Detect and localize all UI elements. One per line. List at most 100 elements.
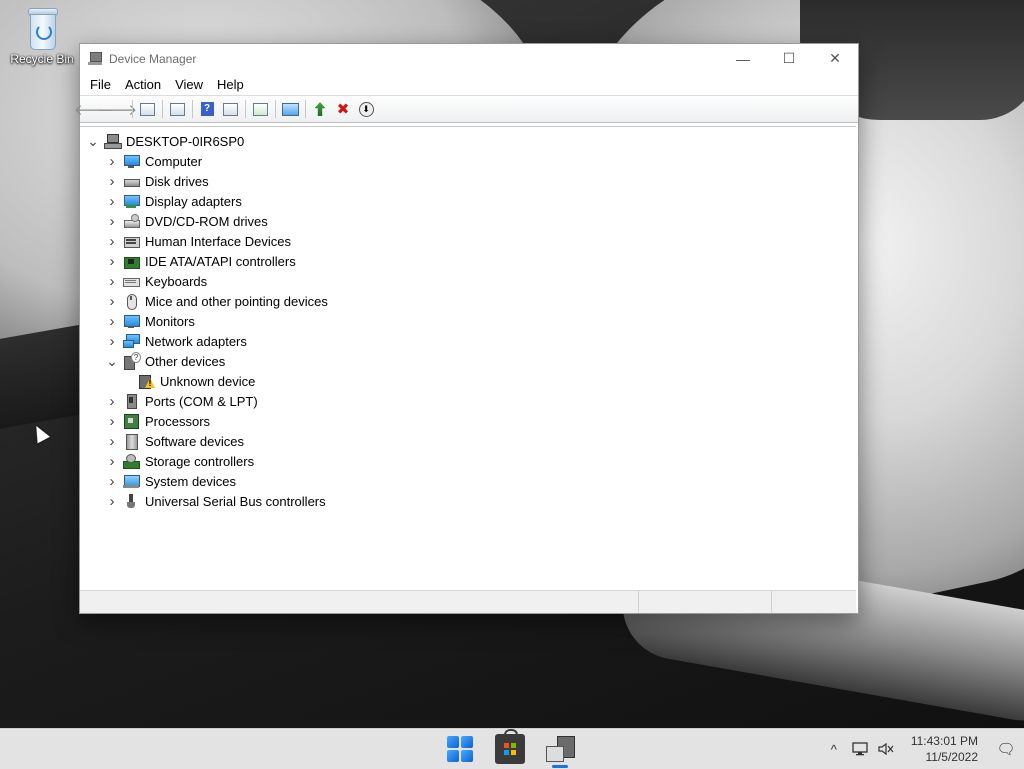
desktop-icon-recycle-bin[interactable]: Recycle Bin <box>6 6 78 66</box>
network-icon[interactable] <box>850 739 870 759</box>
chevron-down-icon[interactable]: ⌄ <box>86 133 100 149</box>
maximize-button[interactable]: ☐ <box>766 44 812 73</box>
tree-category[interactable]: › Disk drives <box>105 171 209 191</box>
scan-hardware-changes-button[interactable] <box>279 98 301 120</box>
menu-action[interactable]: Action <box>118 77 168 92</box>
tree-root[interactable]: ⌄ DESKTOP-0IR6SP0 <box>86 131 244 151</box>
status-bar <box>80 590 856 613</box>
chevron-right-icon[interactable]: › <box>105 153 119 170</box>
tree-node-label: Ports (COM & LPT) <box>145 393 258 409</box>
chevron-right-icon[interactable]: › <box>105 433 119 450</box>
show-action-pane-icon <box>222 102 238 116</box>
volume-muted-icon[interactable] <box>876 739 896 759</box>
tree-node-label: DESKTOP-0IR6SP0 <box>126 133 245 149</box>
chevron-right-icon[interactable]: › <box>105 193 119 210</box>
device-manager-taskbar-button[interactable] <box>540 729 580 769</box>
tree-category[interactable]: › Monitors <box>105 311 195 331</box>
tree-node-label: Network adapters <box>145 333 247 349</box>
chevron-right-icon[interactable]: › <box>105 313 119 330</box>
tree-category[interactable]: › Software devices <box>105 431 244 451</box>
tree-category[interactable]: › Processors <box>105 411 211 431</box>
dvd-icon <box>123 213 140 229</box>
storage-icon <box>123 453 140 469</box>
tree-category[interactable]: › Display adapters <box>105 191 242 211</box>
close-button[interactable]: ✕ <box>812 44 858 73</box>
device-manager-icon <box>88 51 102 66</box>
tree-device[interactable]: Unknown device <box>138 371 255 391</box>
tree-category[interactable]: › DVD/CD-ROM drives <box>105 211 268 231</box>
tree-category[interactable]: › Keyboards <box>105 271 208 291</box>
chevron-right-icon[interactable]: › <box>105 473 119 490</box>
tree-category[interactable]: › Mice and other pointing devices <box>105 291 328 311</box>
chevron-right-icon[interactable]: › <box>105 493 119 510</box>
scan-hardware-changes-icon <box>281 102 299 116</box>
chevron-right-icon[interactable]: › <box>105 233 119 250</box>
tree-category[interactable]: › Storage controllers <box>105 451 255 471</box>
minimize-button[interactable]: — <box>720 44 766 73</box>
computer-icon <box>123 153 140 169</box>
help-icon: ? <box>200 102 214 116</box>
uninstall-device-button[interactable]: ✖ <box>332 98 354 120</box>
show-hide-console-tree-icon <box>139 102 155 116</box>
ide-icon <box>123 253 140 269</box>
desktop-icon-label: Recycle Bin <box>10 52 74 66</box>
chevron-right-icon[interactable]: › <box>105 413 119 430</box>
show-action-pane-button[interactable] <box>219 98 241 120</box>
enable-device-button[interactable] <box>309 98 331 120</box>
status-pane <box>80 591 639 613</box>
tree-category[interactable]: › System devices <box>105 471 237 491</box>
clock-date: 11/5/2022 <box>925 750 979 764</box>
chevron-down-icon[interactable]: ⌄ <box>105 353 119 369</box>
tree-node-label: Computer <box>145 153 203 169</box>
chevron-right-icon[interactable]: › <box>105 273 119 290</box>
usb-icon <box>123 493 139 509</box>
tree-node-label: Disk drives <box>145 173 209 189</box>
chevron-right-icon[interactable]: › <box>105 393 119 410</box>
show-hidden-icons-chevron-icon[interactable]: ^ <box>824 739 844 759</box>
microsoft-store-button[interactable] <box>490 729 530 769</box>
properties-button[interactable] <box>166 98 188 120</box>
chevron-right-icon[interactable]: › <box>105 173 119 190</box>
title-bar[interactable]: Device Manager — ☐ ✕ <box>80 44 858 73</box>
chevron-right-icon[interactable]: › <box>105 333 119 350</box>
tree-node-label: Storage controllers <box>145 453 255 469</box>
start-button[interactable] <box>440 729 480 769</box>
network-icon <box>123 333 140 349</box>
tree-category[interactable]: › Universal Serial Bus controllers <box>105 491 326 511</box>
tree-node-label: Monitors <box>145 313 195 329</box>
toolbar: 🡐 🡒 ? ✖ ⬇ <box>74 95 858 123</box>
chevron-right-icon[interactable]: › <box>105 453 119 470</box>
menu-view[interactable]: View <box>168 77 210 92</box>
forward-button[interactable]: 🡒 <box>97 98 137 120</box>
tree-node-label: Mice and other pointing devices <box>145 293 328 309</box>
chevron-right-icon[interactable]: › <box>105 293 119 310</box>
uninstall-device-icon: ✖ <box>336 101 350 118</box>
menu-file[interactable]: File <box>83 77 118 92</box>
taskbar: ^ 11:43:01 PM 11/5/2022 🗨 <box>0 728 1024 769</box>
tree-category[interactable]: ⌄ Other devices <box>105 351 225 371</box>
chevron-right-icon[interactable]: › <box>105 253 119 270</box>
download-driver-button[interactable]: ⬇ <box>355 98 377 120</box>
host-icon <box>104 133 122 149</box>
enable-device-icon <box>314 102 326 116</box>
chevron-right-icon[interactable]: › <box>105 213 119 230</box>
windows-start-icon <box>447 736 473 762</box>
toolbar-separator <box>245 100 246 118</box>
tree-category[interactable]: › Network adapters <box>105 331 247 351</box>
toolbar-separator <box>305 100 306 118</box>
tree-category[interactable]: › Ports (COM & LPT) <box>105 391 258 411</box>
tree-category[interactable]: › IDE ATA/ATAPI controllers <box>105 251 296 271</box>
ports-icon <box>123 393 139 409</box>
clock[interactable]: 11:43:01 PM 11/5/2022 <box>911 733 978 765</box>
help-button[interactable]: ? <box>196 98 218 120</box>
disk-icon <box>123 173 140 189</box>
other-icon <box>123 352 141 370</box>
tree-category[interactable]: › Human Interface Devices <box>105 231 291 251</box>
tree-node-label: Other devices <box>145 353 226 369</box>
update-driver-button[interactable] <box>249 98 271 120</box>
show-hide-console-tree-button[interactable] <box>136 98 158 120</box>
notification-center-button[interactable]: 🗨 <box>988 729 1024 769</box>
monitor-icon <box>123 313 140 329</box>
tree-category[interactable]: › Computer <box>105 151 203 171</box>
menu-help[interactable]: Help <box>210 77 251 92</box>
